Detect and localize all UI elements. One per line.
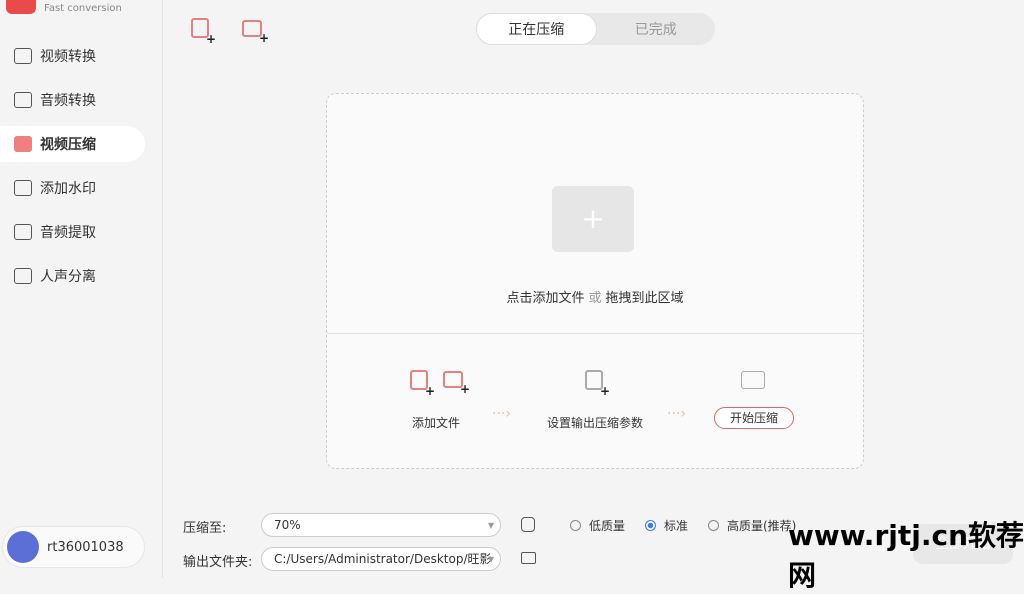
- settings-icon[interactable]: [521, 517, 535, 532]
- sidebar-item-audio-extract[interactable]: 音频提取: [0, 214, 163, 250]
- quality-high-radio[interactable]: 高质量(推荐): [708, 517, 796, 534]
- app-logo: [6, 0, 36, 14]
- microphone-icon: [14, 224, 32, 240]
- settings-file-icon: [585, 370, 610, 398]
- sidebar: Fast conversion 视频转换 音频转换 视频压缩 添加水印 音频提取…: [0, 0, 163, 578]
- output-folder-select[interactable]: C:/Users/Administrator/Desktop/旺影: [261, 547, 501, 571]
- video-play-icon: [741, 371, 765, 389]
- vocal-icon: [14, 268, 32, 284]
- sidebar-item-video-compress[interactable]: 视频压缩: [0, 126, 145, 162]
- compress-label: 压缩至:: [183, 521, 227, 536]
- drop-zone[interactable]: + 点击添加文件或拖拽到此区域 添加文件 ···› 设置输出压缩参数 ···› …: [326, 93, 864, 469]
- radio-label: 低质量: [589, 519, 626, 533]
- quality-low-radio[interactable]: 低质量: [570, 517, 625, 534]
- user-account[interactable]: rt36001038: [2, 526, 145, 568]
- sidebar-item-label: 视频转换: [40, 49, 96, 65]
- sidebar-nav: 视频转换 音频转换 视频压缩 添加水印 音频提取 人声分离: [0, 38, 163, 302]
- sidebar-item-label: 视频压缩: [40, 137, 96, 153]
- quality-standard-radio[interactable]: 标准: [645, 517, 688, 534]
- radio-label: 标准: [664, 519, 689, 533]
- app-subtitle: Fast conversion: [44, 3, 122, 14]
- add-file-icon: [410, 370, 435, 398]
- avatar: [7, 531, 39, 563]
- arrow-icon: ···›: [492, 406, 511, 422]
- step-settings: 设置输出压缩参数: [547, 416, 644, 430]
- tab-completed[interactable]: 已完成: [597, 13, 716, 45]
- radio-icon: [645, 520, 656, 531]
- sidebar-item-vocal-separate[interactable]: 人声分离: [0, 258, 163, 294]
- hint-drag: 拖拽到此区域: [605, 291, 684, 306]
- play-icon: [14, 136, 32, 152]
- tab-compressing[interactable]: 正在压缩: [476, 13, 597, 45]
- start-compress-button[interactable]: 开始压缩: [714, 407, 794, 429]
- compress-ratio-select[interactable]: 70%: [261, 513, 501, 537]
- radio-icon: [708, 520, 719, 531]
- watermark: www.rjtj.cn软荐网: [788, 519, 1024, 592]
- radio-icon: [570, 520, 581, 531]
- tab-bar: 正在压缩 已完成: [476, 13, 715, 45]
- hint-or: 或: [588, 291, 602, 306]
- arrow-icon: ···›: [667, 406, 686, 422]
- add-folder-icon: [443, 371, 470, 396]
- output-label: 输出文件夹:: [183, 555, 253, 570]
- folder-icon[interactable]: [521, 552, 536, 564]
- add-file-icon[interactable]: [191, 18, 216, 46]
- sidebar-item-watermark[interactable]: 添加水印: [0, 170, 163, 206]
- sidebar-item-label: 音频提取: [40, 225, 96, 241]
- sidebar-item-label: 添加水印: [40, 181, 96, 197]
- sidebar-item-label: 音频转换: [40, 93, 96, 109]
- username: rt36001038: [47, 539, 124, 555]
- watermark-icon: [14, 180, 32, 196]
- video-convert-icon: [14, 48, 32, 64]
- sidebar-item-audio-convert[interactable]: 音频转换: [0, 82, 163, 118]
- hint-click: 点击添加文件: [506, 291, 585, 306]
- sidebar-item-label: 人声分离: [40, 269, 96, 285]
- radio-label: 高质量(推荐): [727, 519, 797, 533]
- add-folder-icon[interactable]: [242, 20, 269, 45]
- sidebar-item-video-convert[interactable]: 视频转换: [0, 38, 163, 74]
- step-add-file: 添加文件: [412, 416, 461, 430]
- folder-add-icon: +: [552, 186, 634, 252]
- drop-hint: 点击添加文件或拖拽到此区域: [327, 287, 863, 306]
- speaker-icon: [14, 92, 32, 108]
